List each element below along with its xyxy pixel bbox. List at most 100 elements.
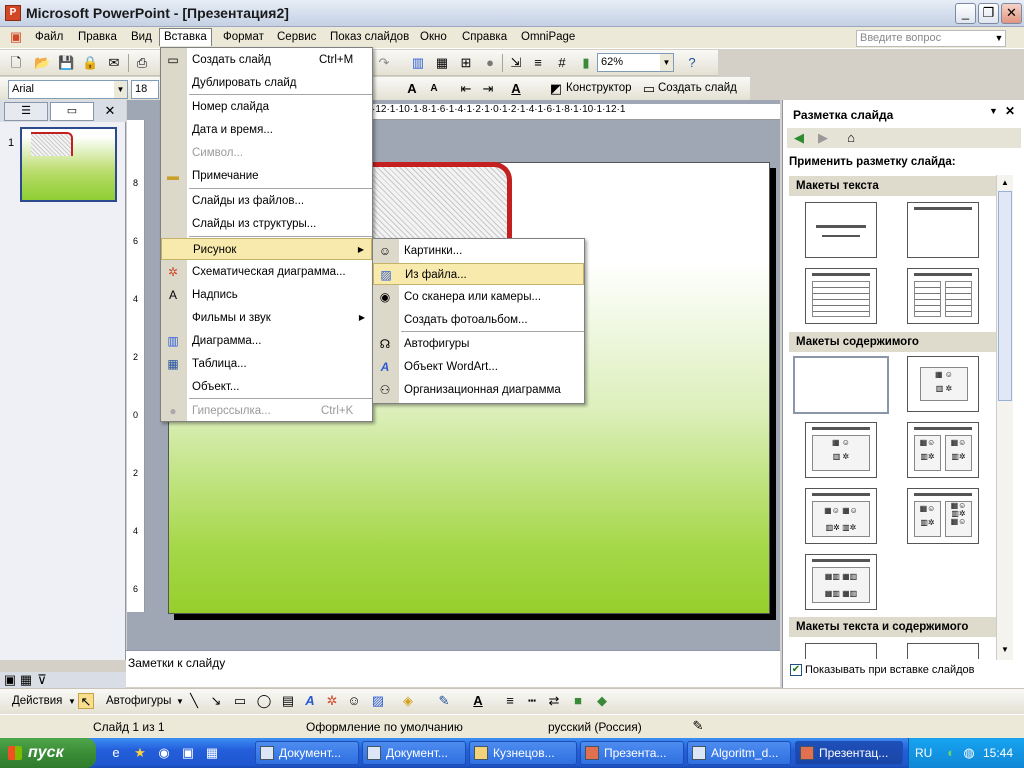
close-button[interactable]: ✕ [1001, 3, 1022, 24]
permission-icon[interactable]: 🔒 [82, 55, 98, 71]
tables-borders-icon[interactable]: ⊞ [458, 55, 474, 71]
increase-font-icon[interactable]: A [404, 81, 420, 97]
menu-slideshow[interactable]: Показ слайдов [326, 29, 413, 47]
menu-item-from-file[interactable]: ▨ Из файла... [373, 263, 584, 285]
menu-item-duplicate-slide[interactable]: Дублировать слайд [161, 72, 372, 94]
show-grid-icon[interactable]: # [554, 55, 570, 71]
menu-omnipage[interactable]: OmniPage [517, 29, 579, 47]
language-indicator[interactable]: RU [915, 746, 932, 760]
task-kuznetsov-folder[interactable]: Кузнецов... [469, 741, 577, 765]
notes-pane[interactable]: Заметки к слайду [126, 650, 780, 687]
menu-view[interactable]: Вид [127, 29, 156, 47]
normal-view-icon[interactable]: ▣ [2, 672, 18, 688]
menu-item-diagram[interactable]: ✲ Схематическая диаграмма... [161, 261, 372, 283]
layout-text-content-partial-2[interactable] [907, 643, 979, 659]
menu-tools[interactable]: Сервис [273, 29, 320, 47]
forward-icon[interactable]: ▶ [815, 130, 831, 146]
desktop-icon[interactable]: ▣ [180, 745, 196, 761]
layout-blank[interactable] [793, 356, 889, 414]
menu-window[interactable]: Окно [416, 29, 451, 47]
menu-item-textbox[interactable]: A Надпись [161, 284, 372, 306]
autoshapes-menu[interactable]: Автофигуры [106, 695, 171, 707]
close-pane-icon[interactable]: ✕ [102, 103, 118, 119]
ie-icon[interactable]: e [108, 745, 124, 761]
menu-item-new-slide[interactable]: ▭ Создать слайд Ctrl+M [161, 49, 372, 71]
3d-icon[interactable]: ◆ [594, 693, 610, 709]
font-color-icon[interactable]: A [508, 81, 524, 97]
doc-icon[interactable]: ▣ [8, 29, 24, 45]
insert-table-icon[interactable]: ▦ [434, 55, 450, 71]
tray-icon-network[interactable]: ◍ [961, 745, 977, 761]
menu-item-picture[interactable]: Рисунок ▶ [161, 238, 372, 260]
select-pointer-icon[interactable]: ↖ [78, 693, 94, 709]
dash-style-icon[interactable]: ┅ [524, 693, 540, 709]
designer-button[interactable]: Конструктор [566, 82, 632, 94]
font-color-icon[interactable]: A [470, 693, 486, 709]
decrease-font-icon[interactable]: A [426, 81, 442, 97]
diagram-icon[interactable]: ✲ [324, 693, 340, 709]
insert-chart-icon[interactable]: ▥ [410, 55, 426, 71]
menu-item-photo-album[interactable]: Создать фотоальбом... [373, 309, 584, 331]
menu-item-slides-from-files[interactable]: Слайды из файлов... [161, 190, 372, 212]
print-icon[interactable]: ⎙ [134, 55, 150, 71]
new-icon[interactable]: 🗋 [8, 55, 24, 71]
restore-button[interactable]: ❐ [978, 3, 999, 24]
insert-picture-icon[interactable]: ▨ [370, 693, 386, 709]
menu-file[interactable]: Файл [31, 29, 67, 47]
quicklaunch-icon[interactable]: ★ [132, 745, 148, 761]
zoom-select[interactable]: 62% ▼ [597, 53, 674, 72]
minimize-button[interactable]: _ [955, 3, 976, 24]
arrow-style-icon[interactable]: ⇄ [546, 693, 562, 709]
redo-icon[interactable]: ↷ [376, 55, 392, 71]
layout-title-slide[interactable] [805, 202, 877, 258]
designer-icon[interactable]: ◩ [548, 81, 564, 97]
fill-color-icon[interactable]: ◈ [400, 693, 416, 709]
line-style-icon[interactable]: ≡ [502, 693, 518, 709]
layout-title-table-grid[interactable]: ▦▥ ▦▥ ▦▥ ▦▥ [805, 554, 877, 610]
slideshow-view-icon[interactable]: ⊽ [34, 672, 50, 688]
line-icon[interactable]: ╲ [186, 693, 202, 709]
menu-item-org-chart[interactable]: ⚇ Организационная диаграмма [373, 379, 584, 401]
layout-title-content[interactable]: ▦ ☺ ▥ ✲ [805, 422, 877, 478]
scroll-up-icon[interactable]: ▲ [997, 175, 1013, 191]
save-icon[interactable]: 💾 [58, 55, 74, 71]
help-question-input[interactable]: Введите вопрос [856, 30, 1006, 47]
task-algoritm[interactable]: Algoritm_d... [687, 741, 791, 765]
show-formatting-icon[interactable]: ≡ [530, 55, 546, 71]
decrease-indent-icon[interactable]: ⇤ [458, 81, 474, 97]
menu-item-object[interactable]: Объект... [161, 376, 372, 398]
open-icon[interactable]: 📂 [34, 55, 50, 71]
font-select[interactable]: Arial ▼ [8, 80, 128, 99]
new-slide-button[interactable]: Создать слайд [658, 82, 737, 94]
menu-item-scanner-camera[interactable]: ◉ Со сканера или камеры... [373, 286, 584, 308]
menu-item-movies-sounds[interactable]: Фильмы и звук ▶ [161, 307, 372, 329]
menu-item-hyperlink[interactable]: ● Гиперссылка... Ctrl+K [161, 400, 372, 422]
menu-item-slide-number[interactable]: Номер слайда [161, 96, 372, 118]
wordart-icon[interactable]: A [302, 693, 318, 709]
menu-item-symbol[interactable]: Символ... [161, 142, 372, 164]
oval-icon[interactable]: ◯ [256, 693, 272, 709]
media-icon[interactable]: ◉ [156, 745, 172, 761]
hyperlink-icon[interactable]: ● [482, 55, 498, 71]
scroll-thumb[interactable] [998, 191, 1012, 401]
actions-menu[interactable]: Действия [12, 695, 62, 707]
task-pane-close-icon[interactable]: ✕ [1005, 104, 1015, 118]
shadow-icon[interactable]: ■ [570, 693, 586, 709]
menu-help[interactable]: Справка [458, 29, 511, 47]
task-pane-scrollbar[interactable]: ▲ ▼ [996, 175, 1013, 660]
calc-icon[interactable]: ▦ [204, 745, 220, 761]
layout-text-content-partial[interactable] [805, 643, 877, 659]
new-slide-icon[interactable]: ▭ [641, 81, 657, 97]
layout-title-four-content[interactable]: ▦☺ ▦☺ ▥✲ ▥✲ [805, 488, 877, 544]
task-document-1[interactable]: Документ... [255, 741, 359, 765]
slides-tab[interactable]: ▭ [50, 102, 94, 121]
line-color-icon[interactable]: ✎ [436, 693, 452, 709]
menu-item-slides-from-outline[interactable]: Слайды из структуры... [161, 213, 372, 235]
color-grayscale-icon[interactable]: ▮ [578, 55, 594, 71]
start-button[interactable]: пуск [0, 738, 96, 768]
clipart-icon[interactable]: ☺ [346, 693, 362, 709]
arrow-icon[interactable]: ↘ [208, 693, 224, 709]
layout-title-text[interactable] [805, 268, 877, 324]
menu-item-table[interactable]: ▦ Таблица... [161, 353, 372, 375]
powerpoint-app-icon[interactable]: P [5, 5, 21, 21]
